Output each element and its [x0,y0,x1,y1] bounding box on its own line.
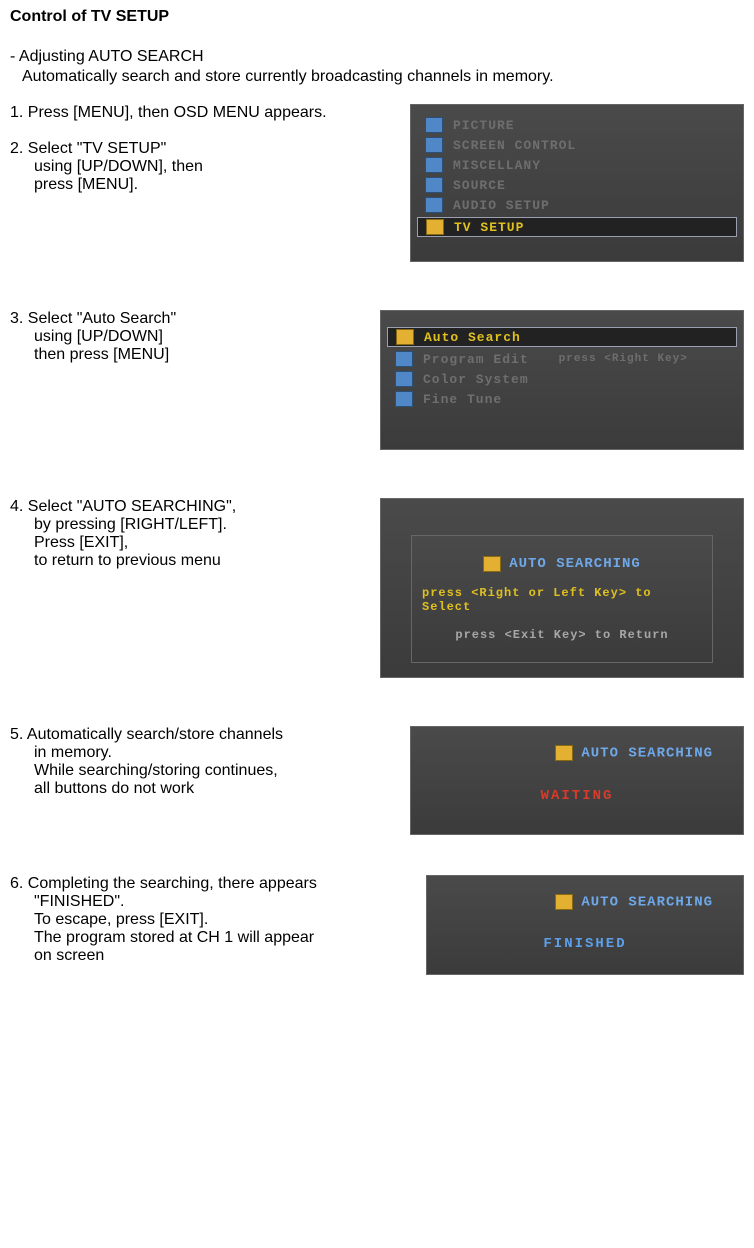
menu-item-audio-setup: AUDIO SETUP [453,198,550,213]
submenu-fine-tune: Fine Tune [423,392,502,407]
menu-icon [395,391,413,407]
intro-line-2: Automatically search and store currently… [22,68,744,86]
menu-item-source: SOURCE [453,178,506,193]
step-6-line-2: "FINISHED". [34,893,426,911]
auto-searching-title-2: AUTO SEARCHING [581,746,713,762]
auto-searching-hint-1: press <Right or Left Key> to Select [422,586,702,614]
step-6-line-4: The program stored at CH 1 will appear [34,929,426,947]
menu-item-miscellany: MISCELLANY [453,158,541,173]
menu-icon-active [396,329,414,345]
step-2-line-1: 2. Select "TV SETUP" [10,140,410,158]
auto-searching-title: AUTO SEARCHING [509,556,641,572]
step-4-line-4: to return to previous menu [34,552,380,570]
step-5-line-1: 5. Automatically search/store channels [10,726,410,744]
submenu-color-system: Color System [423,372,529,387]
step-2-line-3: press [MENU]. [34,176,410,194]
menu-icon-active [426,219,444,235]
step-3-line-1: 3. Select "Auto Search" [10,310,380,328]
osd-auto-searching-finished: AUTO SEARCHING FINISHED [426,875,744,976]
osd-auto-searching-prompt: AUTO SEARCHING press <Right or Left Key>… [380,498,744,678]
menu-icon-active [555,894,573,910]
status-waiting: WAITING [421,788,733,804]
step-6-line-5: on screen [34,947,426,965]
submenu-auto-search: Auto Search [424,330,521,345]
step-6-line-3: To escape, press [EXIT]. [34,911,426,929]
menu-icon [425,117,443,133]
menu-icon [425,157,443,173]
page-title: Control of TV SETUP [10,8,744,26]
menu-icon [395,371,413,387]
osd-auto-searching-waiting: AUTO SEARCHING WAITING [410,726,744,835]
step-1-line-1: 1. Press [MENU], then OSD MENU appears. [10,104,410,122]
menu-icon [425,197,443,213]
menu-item-picture: PICTURE [453,118,515,133]
auto-searching-hint-2: press <Exit Key> to Return [455,628,668,642]
step-5-line-3: While searching/storing continues, [34,762,410,780]
menu-icon [425,177,443,193]
submenu-program-edit: Program Edit [423,352,529,367]
auto-searching-title-3: AUTO SEARCHING [581,894,713,910]
intro-line-1: - Adjusting AUTO SEARCH [10,48,744,66]
step-6-line-1: 6. Completing the searching, there appea… [10,875,426,893]
step-4-line-1: 4. Select "AUTO SEARCHING", [10,498,380,516]
menu-item-tv-setup: TV SETUP [454,220,524,235]
step-3-line-2: using [UP/DOWN] [34,328,380,346]
osd-tv-setup-menu: Auto Search Program Edit press <Right Key… [380,310,744,450]
menu-icon [425,137,443,153]
submenu-program-edit-hint: press <Right Key> [559,353,688,365]
step-4-line-2: by pressing [RIGHT/LEFT]. [34,516,380,534]
status-finished: FINISHED [437,936,733,952]
step-3-line-3: then press [MENU] [34,346,380,364]
osd-main-menu: PICTURE SCREEN CONTROL MISCELLANY SOURCE… [410,104,744,262]
menu-icon [395,351,413,367]
menu-icon-active [555,745,573,761]
step-4-line-3: Press [EXIT], [34,534,380,552]
menu-item-screen-control: SCREEN CONTROL [453,138,576,153]
step-5-line-2: in memory. [34,744,410,762]
step-5-line-4: all buttons do not work [34,780,410,798]
menu-icon-active [483,556,501,572]
step-2-line-2: using [UP/DOWN], then [34,158,410,176]
